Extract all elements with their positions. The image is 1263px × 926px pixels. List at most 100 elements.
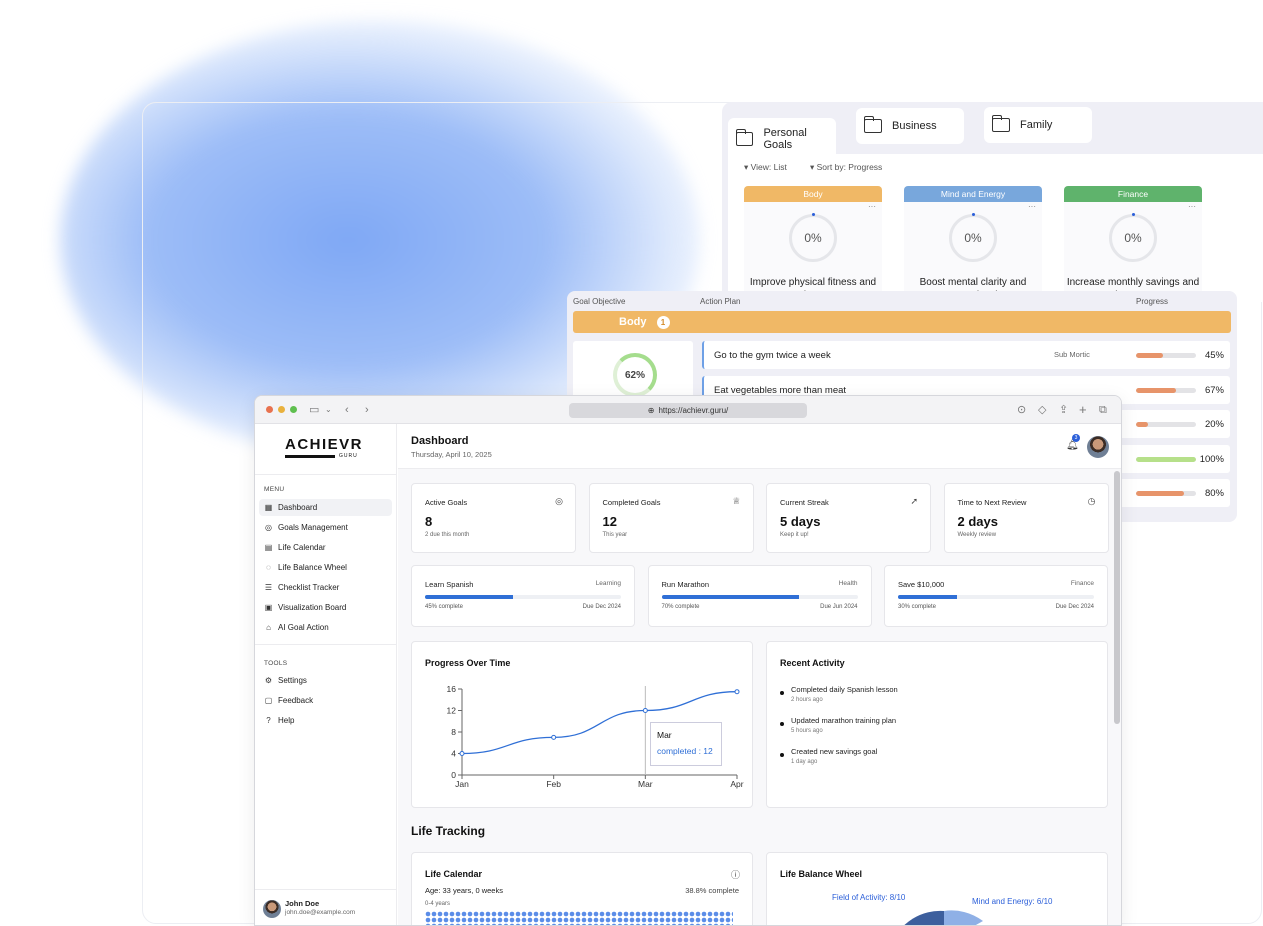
life-calendar-complete: 38.8% complete: [685, 886, 739, 895]
data-point[interactable]: [551, 734, 557, 740]
life-balance-wheel[interactable]: [767, 853, 1108, 926]
action-percent: 45%: [1204, 350, 1224, 361]
tab-family[interactable]: Family: [984, 107, 1092, 143]
sidebar-item-help[interactable]: ? Help: [259, 712, 392, 729]
stat-subtext: 2 due this month: [425, 532, 470, 538]
sidebar-item-checklist-tracker[interactable]: ☰ Checklist Tracker: [259, 579, 392, 596]
back-icon[interactable]: ‹: [345, 403, 349, 417]
sidebar-item-life-balance-wheel[interactable]: ◌ Life Balance Wheel: [259, 559, 392, 576]
group-header-body[interactable]: Body 1: [573, 311, 1231, 333]
stage: Personal Goals Business Family ▾ View: L…: [0, 0, 1263, 926]
chevron-down-icon[interactable]: ⌄: [325, 403, 332, 417]
forward-icon[interactable]: ›: [365, 403, 369, 417]
stat-card: Completed Goals ♕ 12 This year: [588, 483, 754, 553]
sidebar-item-life-calendar[interactable]: ▤ Life Calendar: [259, 539, 392, 556]
browser-titlebar: ▭ ⌄ ‹ › ⊕ https://achievr.guru/ ⊙ ◇ ⇪ + …: [255, 396, 1121, 424]
goal-progress-card[interactable]: Run Marathon Health 70% complete Due Jun 20…: [647, 565, 872, 627]
activity-text: Created new savings goal: [791, 747, 878, 756]
notification-badge: 3: [1072, 434, 1080, 442]
goal-progress-fill: [425, 595, 514, 599]
bullet-dot: [780, 753, 784, 757]
goal-card-body[interactable]: Body ··· 0% Improve physical fitness and…: [744, 186, 882, 302]
goal-progress-ring: 0%: [1109, 213, 1157, 262]
main-content: Dashboard Thursday, April 10, 2025 🔔︎ 3 …: [398, 424, 1121, 926]
x-tick-label: Apr: [730, 779, 743, 789]
action-progress-bar: [1136, 456, 1196, 462]
stat-subtext: This year: [602, 532, 628, 538]
data-point[interactable]: [734, 689, 740, 695]
objective-progress-ring: 62%: [613, 353, 657, 397]
sidebar-item-goals-management[interactable]: ◎ Goals Management: [259, 519, 392, 536]
tabs-overview-icon[interactable]: ⧉: [1099, 403, 1107, 417]
sidebar-item-dashboard[interactable]: ▦ Dashboard: [259, 499, 392, 516]
action-row[interactable]: Go to the gym twice a week Sub Mortic 45%: [702, 341, 1230, 369]
sidebar-item-label: Feedback: [278, 696, 314, 705]
sidebar-item-ai-goal-action[interactable]: ⌂ AI Goal Action: [259, 619, 392, 636]
close-window-button[interactable]: [266, 406, 273, 413]
data-point[interactable]: [459, 751, 465, 756]
goal-due: Due Dec 2024: [582, 604, 621, 610]
y-tick-label: 8: [451, 727, 456, 737]
scrollbar[interactable]: [1114, 471, 1120, 724]
action-category: Sub Mortic: [1054, 350, 1090, 359]
data-point[interactable]: [642, 708, 648, 713]
app-window: ▭ ⌄ ‹ › ⊕ https://achievr.guru/ ⊙ ◇ ⇪ + …: [254, 395, 1122, 926]
more-icon[interactable]: ···: [1028, 202, 1036, 211]
action-progress-bar: [1136, 422, 1196, 427]
more-icon[interactable]: ···: [868, 202, 876, 211]
goals-board-panel: Personal Goals Business Family ▾ View: L…: [722, 102, 1263, 302]
progress-chart-card: Progress Over Time 0 4 8 12 16 Jan Feb Mar Apr M…: [411, 641, 753, 808]
sidebar-toggle-icon[interactable]: ▭: [309, 403, 319, 417]
shield-icon[interactable]: ◇: [1038, 403, 1046, 417]
wheel-segment[interactable]: [892, 910, 944, 926]
new-tab-icon[interactable]: +: [1079, 403, 1087, 417]
minimize-window-button[interactable]: [278, 406, 285, 413]
goal-progress-card[interactable]: Learn Spanish Learning 45% complete Due Dec…: [411, 565, 635, 627]
tab-business[interactable]: Business: [856, 108, 964, 144]
goal-progress-card[interactable]: Save $10,000 Finance 30% complete Due Dec 2…: [884, 565, 1108, 627]
sort-select[interactable]: ▾ Sort by: Progress: [810, 162, 882, 173]
sidebar-item-label: Settings: [278, 676, 307, 685]
tooltip-value: completed : 12: [657, 746, 713, 756]
wheel-icon: ◌: [266, 563, 271, 572]
goal-status: 45% complete: [425, 604, 464, 610]
group-label: Body: [619, 316, 647, 328]
share-icon[interactable]: ⇪: [1059, 403, 1068, 417]
user-profile[interactable]: John Doe john.doe@example.com: [255, 889, 397, 925]
activity-text: Completed daily Spanish lesson: [791, 685, 898, 694]
y-tick-label: 16: [447, 684, 457, 694]
col-action-plan: Action Plan: [700, 297, 741, 306]
sidebar-item-settings[interactable]: ⚙ Settings: [259, 672, 392, 689]
goal-card-finance[interactable]: Finance ··· 0% Increase monthly savings …: [1064, 186, 1202, 302]
goal-card-mind[interactable]: Mind and Energy ··· 0% Boost mental clar…: [904, 186, 1042, 302]
header-avatar[interactable]: [1087, 436, 1109, 458]
sidebar-item-feedback[interactable]: ▢ Feedback: [259, 692, 392, 709]
tab-label: Personal Goals: [763, 127, 807, 151]
tab-label: Business: [892, 120, 937, 132]
goals-board-body: ▾ View: List ▾ Sort by: Progress Body ··…: [728, 154, 1263, 302]
view-select[interactable]: ▾ View: List: [744, 162, 787, 173]
sidebar-item-visualization-board[interactable]: ▣ Visualization Board: [259, 599, 392, 616]
image-icon: ▣: [264, 603, 273, 612]
divider: [255, 474, 397, 475]
more-icon[interactable]: ···: [1188, 202, 1196, 211]
stat-label: Active Goals: [425, 498, 468, 507]
life-calendar-grid[interactable]: [425, 911, 733, 925]
info-icon[interactable]: ⓘ: [731, 868, 740, 881]
action-progress-fill: [1136, 456, 1196, 462]
logo: ACHIEVR: [285, 436, 364, 453]
sidebar: ACHIEVR GURU MENU ▦ Dashboard ◎ Goals Manag…: [255, 424, 397, 925]
folder-icon: [992, 115, 1010, 132]
robot-icon: ⌂: [266, 623, 271, 632]
checklist-icon: ☰: [264, 583, 273, 592]
wheel-segment[interactable]: [944, 910, 983, 926]
menu-heading: MENU: [264, 486, 285, 493]
stat-card: Active Goals ◎ 8 2 due this month: [411, 483, 576, 553]
goal-status: 30% complete: [898, 604, 937, 610]
download-icon[interactable]: ⊙: [1017, 403, 1026, 417]
maximize-window-button[interactable]: [290, 406, 297, 413]
tools-heading: TOOLS: [264, 660, 288, 667]
x-tick-label: Feb: [546, 779, 561, 789]
address-bar[interactable]: ⊕ https://achievr.guru/: [569, 403, 807, 418]
goal-name: Learn Spanish: [425, 580, 474, 589]
